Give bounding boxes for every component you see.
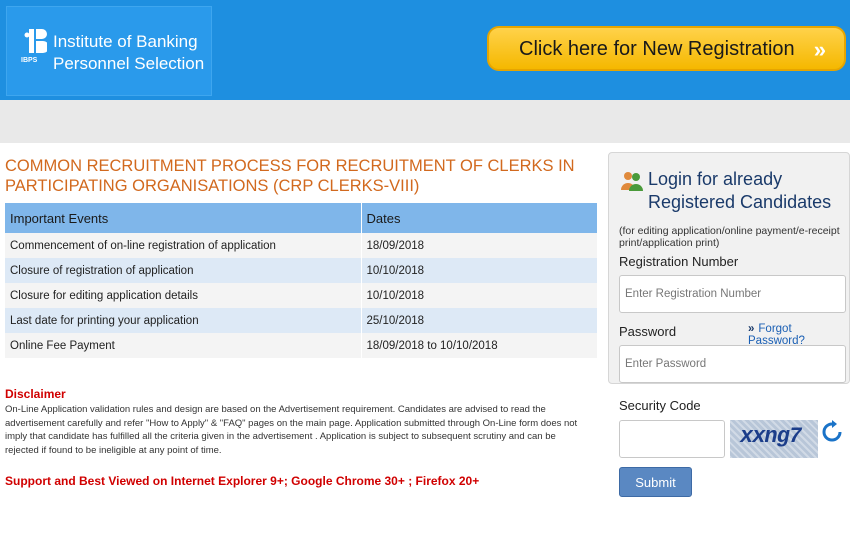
login-title: Login for already Registered Candidates xyxy=(648,168,831,214)
page-title-line2: PARTICIPATING ORGANISATIONS (CRP CLERKS-… xyxy=(5,177,420,195)
password-input[interactable] xyxy=(619,345,846,383)
refresh-icon[interactable] xyxy=(822,420,842,444)
registration-number-input[interactable] xyxy=(619,275,846,313)
table-row: Commencement of on-line registration of … xyxy=(5,233,598,258)
column-header-dates: Dates xyxy=(361,203,598,233)
event-cell: Closure of registration of application xyxy=(5,258,362,283)
users-icon xyxy=(621,172,643,191)
captcha-text: xxng7 xyxy=(740,424,802,449)
login-note: (for editing application/online payment/… xyxy=(619,225,840,249)
forgot-password-link[interactable]: » Forgot Password? xyxy=(748,323,850,347)
date-cell: 18/09/2018 to 10/10/2018 xyxy=(361,333,598,358)
event-cell: Last date for printing your application xyxy=(5,308,362,333)
important-events-table: Important Events Dates Commencement of o… xyxy=(5,203,598,358)
browser-support-note: Support and Best Viewed on Internet Expl… xyxy=(5,474,480,488)
ibps-logo-icon xyxy=(24,29,47,53)
logo-abbr: IBPS xyxy=(21,57,38,64)
forgot-password-label: Forgot Password? xyxy=(748,323,805,347)
new-registration-button[interactable]: Click here for New Registration » xyxy=(487,26,846,71)
login-title-line1: Login for already xyxy=(648,169,783,189)
double-chevron-right-icon: » xyxy=(813,37,826,62)
org-name-line1: Institute of Banking xyxy=(53,32,198,51)
table-row: Closure for editing application details … xyxy=(5,283,598,308)
column-header-events: Important Events xyxy=(5,203,362,233)
disclaimer-text: On-Line Application validation rules and… xyxy=(5,404,578,456)
password-label: Password xyxy=(619,324,677,339)
org-name: Institute of Banking Personnel Selection xyxy=(53,31,204,75)
table-header-row: Important Events Dates xyxy=(5,203,598,233)
page-title-line1: COMMON RECRUITMENT PROCESS FOR RECRUITME… xyxy=(5,157,575,175)
nav-bar xyxy=(0,100,850,143)
registration-number-label: Registration Number xyxy=(619,254,739,269)
double-chevron-right-icon: » xyxy=(748,323,755,335)
submit-button[interactable]: Submit xyxy=(619,467,692,497)
table-row: Last date for printing your application … xyxy=(5,308,598,333)
login-title-line2: Registered Candidates xyxy=(648,192,832,212)
org-name-line2: Personnel Selection xyxy=(53,54,205,73)
security-code-label: Security Code xyxy=(619,398,701,413)
date-cell: 25/10/2018 xyxy=(361,308,598,333)
header-banner: IBPS Institute of Banking Personnel Sele… xyxy=(0,0,850,100)
event-cell: Commencement of on-line registration of … xyxy=(5,233,362,258)
security-code-input[interactable] xyxy=(619,420,725,458)
page-title: COMMON RECRUITMENT PROCESS FOR RECRUITME… xyxy=(5,156,595,196)
date-cell: 18/09/2018 xyxy=(361,233,598,258)
logo[interactable]: IBPS Institute of Banking Personnel Sele… xyxy=(6,6,212,96)
event-cell: Closure for editing application details xyxy=(5,283,362,308)
disclaimer-title: Disclaimer xyxy=(5,387,66,401)
new-registration-label: Click here for New Registration xyxy=(519,38,795,60)
table-row: Closure of registration of application 1… xyxy=(5,258,598,283)
event-cell: Online Fee Payment xyxy=(5,333,362,358)
captcha-image: xxng7 xyxy=(730,420,818,458)
date-cell: 10/10/2018 xyxy=(361,283,598,308)
date-cell: 10/10/2018 xyxy=(361,258,598,283)
table-row: Online Fee Payment 18/09/2018 to 10/10/2… xyxy=(5,333,598,358)
